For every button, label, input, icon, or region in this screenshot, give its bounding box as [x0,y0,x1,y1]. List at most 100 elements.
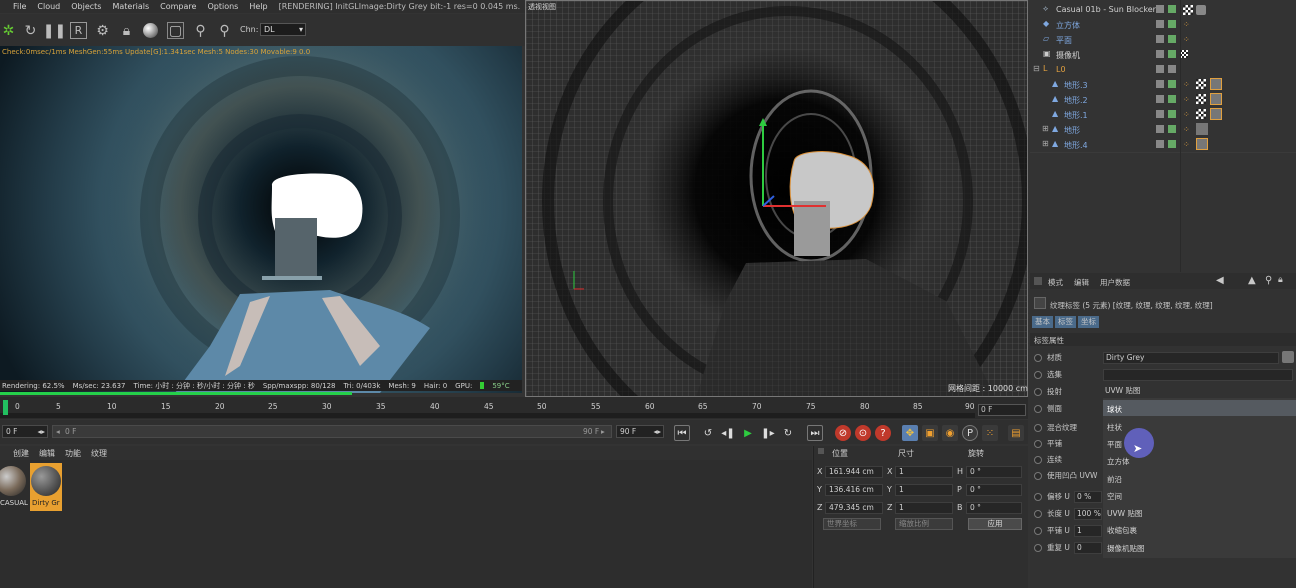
redo-icon[interactable]: ↻ [22,22,39,39]
dropdown-option-shrinkwrap[interactable]: 收缩包裹 [1107,525,1137,536]
material-item-casual[interactable]: CASUAL [0,463,28,511]
dropdown-option-frontal[interactable]: 前沿 [1107,474,1122,485]
visibility-icon[interactable] [1156,125,1164,133]
tiles-u-field[interactable]: 1 [1074,524,1102,537]
tag-icon[interactable]: ⁘ [1183,20,1190,29]
size-x-field[interactable]: 1 [895,466,953,478]
visibility-icon[interactable] [1156,80,1164,88]
frame-range-slider[interactable]: ◂ 0 F 90 F ▸ [52,425,612,438]
projection-select[interactable]: UVW 贴图 [1103,386,1293,398]
render-region-icon[interactable]: R [70,22,87,39]
lock-icon[interactable]: 🔒︎ [118,22,135,39]
material-tag-icon[interactable] [1196,123,1208,135]
lock-icon[interactable]: 🔒︎ [1278,275,1283,285]
parameter-key-icon[interactable]: P [962,425,978,441]
repeat-u-field[interactable]: 0 [1074,541,1102,554]
menu-objects[interactable]: Objects [71,2,101,11]
next-key-icon[interactable]: ↻ [780,425,796,441]
record-icon[interactable]: ⊘ [835,425,851,441]
visibility-icon[interactable] [1156,35,1164,43]
mat-menu-function[interactable]: 功能 [65,448,81,459]
current-frame-field[interactable]: 0 F [978,404,1026,416]
step-back-icon[interactable]: ◂❚ [720,425,736,441]
rotate-key-icon[interactable]: ◉ [942,425,958,441]
search-icon[interactable]: ⚲ [1265,275,1272,286]
channel-select[interactable]: DL ▾ [260,23,306,36]
expand-icon[interactable]: ⊞ [1042,124,1049,133]
end-frame-field[interactable]: 90 F ◂▸ [616,425,664,438]
settings-icon[interactable]: ⚙ [94,22,111,39]
object-row-terrain-4[interactable]: ⊞ ▲ 地形.4 ⁘ [1030,137,1296,152]
object-row-terrain[interactable]: ⊞ ▲ 地形 ⁘ [1030,122,1296,137]
menu-help[interactable]: Help [249,2,267,11]
texture-tag-icon[interactable] [1183,5,1193,15]
check-icon[interactable] [1168,125,1176,133]
animate-dot[interactable] [1034,509,1042,518]
attr-menu-mode[interactable]: 模式 [1048,277,1063,288]
tab-basic[interactable]: 基本 [1032,316,1053,328]
position-z-field[interactable]: 479.345 cm [825,502,883,514]
rotation-h-field[interactable]: 0 ° [966,466,1022,478]
object-row-terrain-2[interactable]: ▲ 地形.2 ⁘ [1030,92,1296,107]
sphere-icon[interactable] [142,22,159,39]
prev-key-icon[interactable]: ↺ [700,425,716,441]
check-icon[interactable] [1168,5,1176,13]
pin-icon[interactable]: ⚲ [192,22,209,39]
visibility-icon[interactable] [1156,95,1164,103]
scale-key-icon[interactable]: ▣ [922,425,938,441]
animate-dot[interactable] [1034,543,1042,552]
material-thumb-icon[interactable] [1282,351,1294,363]
dropdown-option-spherical[interactable]: 球状 [1107,404,1122,415]
material-tag-icon[interactable] [1196,138,1208,150]
editor-viewport[interactable] [525,0,1028,397]
visibility-icon[interactable] [1156,110,1164,118]
animate-dot[interactable] [1034,370,1042,379]
check-icon[interactable] [1168,110,1176,118]
grid-key-icon[interactable]: ⁙ [982,425,998,441]
dropdown-option-flat[interactable]: 平面 [1107,439,1122,450]
size-y-field[interactable]: 1 [895,484,953,496]
attr-menu-edit[interactable]: 编辑 [1074,277,1089,288]
object-row-camera[interactable]: ▣ 摄像机 [1030,47,1296,62]
mat-menu-edit[interactable]: 编辑 [39,448,55,459]
object-row-null[interactable]: ⊟ L L0 [1030,62,1296,77]
dropdown-option-cubic[interactable]: 立方体 [1107,456,1130,467]
rotation-b-field[interactable]: 0 ° [966,502,1022,514]
texture-tag-icon[interactable] [1180,50,1188,58]
menu-options[interactable]: Options [207,2,238,11]
step-forward-icon[interactable]: ❚▸ [760,425,776,441]
coordinate-mode-select[interactable]: 世界坐标 [823,518,881,530]
back-arrow-icon[interactable]: ◀ [1216,275,1224,286]
pin-alt-icon[interactable]: ⚲ [216,22,233,39]
material-tag-icon[interactable] [1210,108,1222,120]
tag-icon[interactable]: ⁘ [1183,35,1190,44]
up-arrow-icon[interactable]: ▲ [1248,275,1256,286]
tag-icon[interactable]: ⁘ [1183,95,1190,104]
pause-icon[interactable]: ❚❚ [43,22,66,39]
material-field[interactable]: Dirty Grey [1103,351,1279,364]
position-y-field[interactable]: 136.416 cm [825,484,883,496]
size-mode-select[interactable]: 缩放比例 [895,518,953,530]
mat-menu-texture[interactable]: 纹理 [91,448,107,459]
check-icon[interactable] [1168,50,1176,58]
material-item-dirty-grey[interactable]: Dirty Gr [30,463,62,511]
selection-field[interactable] [1103,368,1293,381]
length-u-field[interactable]: 100 % [1074,507,1102,520]
visibility-icon[interactable] [1156,20,1164,28]
frame-icon[interactable]: ▢ [167,22,184,39]
animate-dot[interactable] [1034,526,1042,535]
attr-menu-userdata[interactable]: 用户数据 [1100,277,1130,288]
menu-compare[interactable]: Compare [160,2,196,11]
tag-icon[interactable]: ⁘ [1183,125,1190,134]
material-tag-icon[interactable] [1196,5,1206,15]
animate-dot[interactable] [1034,492,1042,501]
menu-file[interactable]: File [13,2,26,11]
animate-dot[interactable] [1034,455,1042,464]
material-tag-icon[interactable] [1210,93,1222,105]
start-frame-field[interactable]: 0 F ◂▸ [2,425,48,438]
animate-dot[interactable] [1034,423,1042,432]
menu-materials[interactable]: Materials [112,2,149,11]
tab-coordinates[interactable]: 坐标 [1078,316,1099,328]
position-x-field[interactable]: 161.944 cm [825,466,883,478]
size-z-field[interactable]: 1 [895,502,953,514]
